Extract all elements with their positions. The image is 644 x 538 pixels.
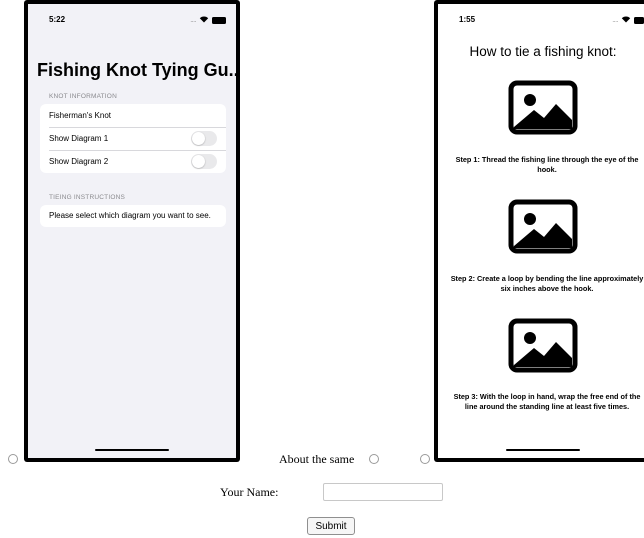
home-indicator bbox=[95, 448, 169, 451]
battery-icon bbox=[212, 16, 226, 24]
show-diagram-2-toggle[interactable] bbox=[191, 154, 217, 169]
tieing-instructions-group: Please select which diagram you want to … bbox=[40, 205, 226, 227]
section-header-tieing-instructions: TIEING INSTRUCTIONS bbox=[49, 194, 126, 201]
right-phone-screen: 1:55 .... How to tie a fishing knot: Ste… bbox=[438, 4, 644, 458]
step-1-text: Step 1: Thread the fishing line through … bbox=[455, 155, 639, 174]
left-better-radio[interactable] bbox=[8, 454, 18, 464]
battery-icon bbox=[634, 16, 644, 24]
knot-name-row: Fisherman's Knot bbox=[40, 104, 226, 127]
show-diagram-1-row: Show Diagram 1 bbox=[40, 127, 226, 150]
left-phone-screen: 5:22 .... Fishing Knot Tying Gu... KNOT … bbox=[28, 4, 236, 458]
status-bar: 5:22 .... bbox=[28, 4, 236, 34]
submit-button[interactable]: Submit bbox=[307, 517, 355, 535]
step-3-text: Step 3: With the loop in hand, wrap the … bbox=[453, 392, 641, 411]
section-header-knot-information: KNOT INFORMATION bbox=[49, 93, 117, 100]
left-phone-screenshot: 5:22 .... Fishing Knot Tying Gu... KNOT … bbox=[24, 0, 240, 462]
about-the-same-label: About the same bbox=[279, 452, 355, 466]
toggle-knob bbox=[192, 155, 205, 168]
image-placeholder-icon bbox=[508, 199, 578, 254]
show-diagram-2-label: Show Diagram 2 bbox=[49, 157, 109, 166]
step-2-text: Step 2: Create a loop by bending the lin… bbox=[450, 274, 644, 293]
knot-name: Fisherman's Knot bbox=[49, 111, 111, 120]
status-time: 1:55 bbox=[459, 15, 476, 24]
your-name-label: Your Name: bbox=[220, 485, 279, 499]
status-bar: 1:55 .... bbox=[438, 4, 644, 34]
show-diagram-2-row: Show Diagram 2 bbox=[40, 150, 226, 173]
page-title: Fishing Knot Tying Gu... bbox=[37, 60, 236, 80]
show-diagram-1-toggle[interactable] bbox=[191, 131, 217, 146]
right-phone-screenshot: 1:55 .... How to tie a fishing knot: Ste… bbox=[434, 0, 644, 462]
signal-icon: .... bbox=[612, 16, 618, 24]
about-the-same-radio[interactable] bbox=[369, 454, 379, 464]
right-better-radio[interactable] bbox=[420, 454, 430, 464]
guide-title: How to tie a fishing knot: bbox=[469, 44, 617, 59]
image-placeholder-icon bbox=[508, 80, 578, 135]
status-time: 5:22 bbox=[49, 15, 66, 24]
signal-icon: .... bbox=[190, 16, 196, 24]
wifi-icon bbox=[621, 15, 631, 25]
instructions-text: Please select which diagram you want to … bbox=[49, 211, 211, 220]
knot-information-group: Fisherman's Knot Show Diagram 1 Show Dia… bbox=[40, 104, 226, 173]
wifi-icon bbox=[199, 15, 209, 25]
name-input[interactable] bbox=[323, 483, 443, 501]
image-placeholder-icon bbox=[508, 318, 578, 373]
toggle-knob bbox=[192, 132, 205, 145]
home-indicator bbox=[506, 448, 580, 451]
show-diagram-1-label: Show Diagram 1 bbox=[49, 134, 109, 143]
